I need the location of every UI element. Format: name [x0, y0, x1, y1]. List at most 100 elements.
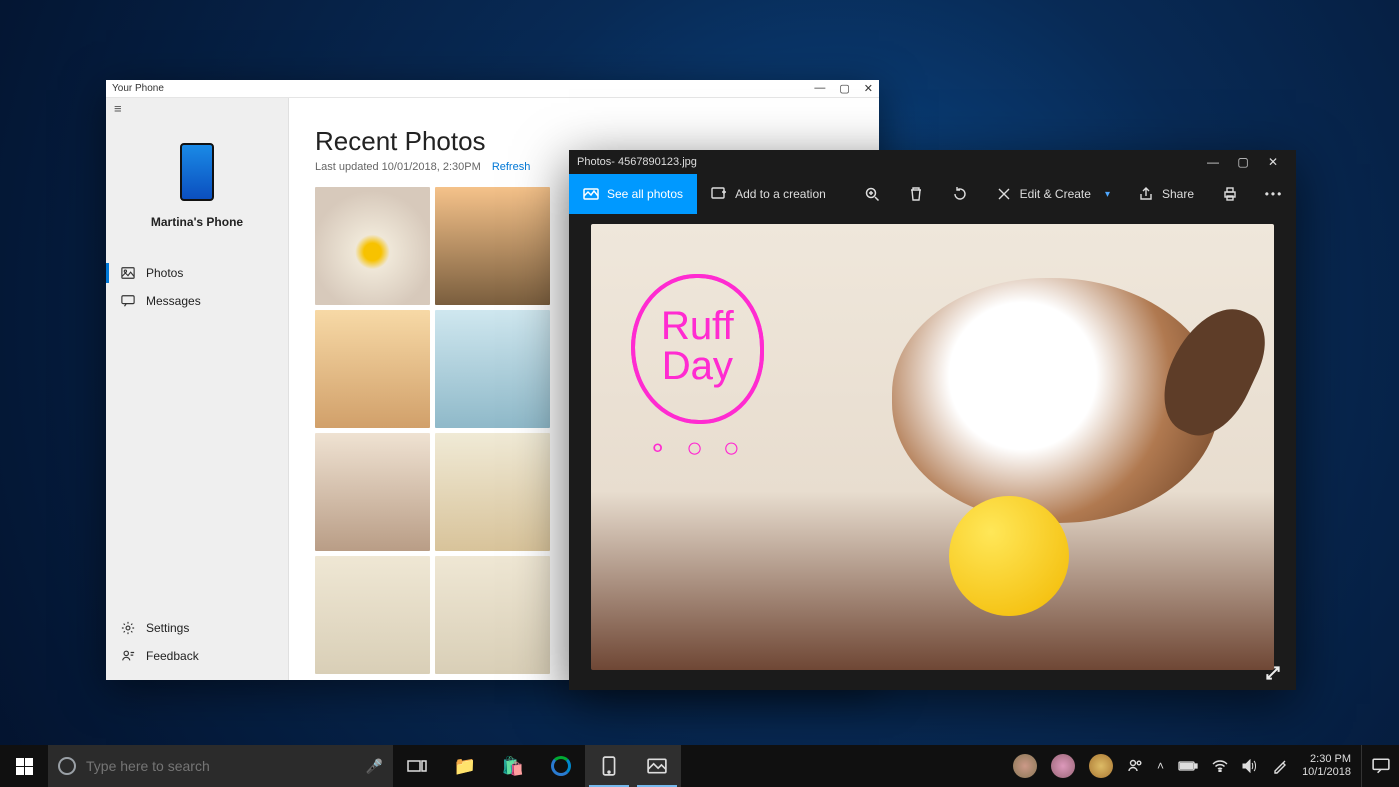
edge-icon: [551, 756, 571, 776]
delete-button[interactable]: [894, 174, 938, 214]
share-button[interactable]: Share: [1124, 174, 1208, 214]
photos-toolbar: See all photos Add to a creation Edit & …: [569, 174, 1296, 214]
photos-taskbar-button[interactable]: [633, 745, 681, 787]
nav-settings[interactable]: Settings: [106, 614, 288, 642]
add-to-creation-button[interactable]: Add to a creation: [697, 174, 840, 214]
photo-thumbnail[interactable]: [435, 556, 550, 674]
volume-icon[interactable]: [1242, 759, 1258, 773]
tray-chevron-icon[interactable]: ˄: [1157, 759, 1164, 773]
nav-photos[interactable]: Photos: [106, 259, 288, 287]
people-icon[interactable]: [1127, 758, 1143, 774]
photo-thumbnail[interactable]: [435, 187, 550, 305]
see-all-photos-label: See all photos: [607, 187, 683, 201]
nav-messages-label: Messages: [146, 294, 201, 308]
your-phone-sidebar: ≡ Martina's Phone Photos Messages: [106, 98, 289, 680]
close-button[interactable]: ✕: [1258, 155, 1288, 169]
gallery-icon: [583, 186, 599, 202]
taskbar-search[interactable]: 🎤: [48, 745, 393, 787]
nav-photos-label: Photos: [146, 266, 183, 280]
system-tray: ˄ 2:30 PM 10/1/2018: [1003, 745, 1361, 787]
edge-button[interactable]: [537, 745, 585, 787]
edit-icon: [996, 186, 1012, 202]
ink-tail: ∘ ○ ○: [649, 432, 746, 463]
expand-icon: [1264, 664, 1282, 682]
hamburger-icon[interactable]: ≡: [106, 98, 288, 119]
zoom-icon: [864, 186, 880, 202]
ink-text-line2: Day: [662, 344, 733, 388]
task-view-button[interactable]: [393, 745, 441, 787]
microphone-icon[interactable]: 🎤: [366, 758, 383, 775]
your-phone-titlebar[interactable]: Your Phone — ▢ ✕: [106, 80, 879, 98]
maximize-button[interactable]: ▢: [839, 82, 849, 95]
people-avatar[interactable]: [1051, 754, 1075, 778]
zoom-button[interactable]: [850, 174, 894, 214]
photos-window: Photos- 4567890123.jpg — ▢ ✕ See all pho…: [569, 150, 1296, 690]
cortana-icon: [58, 757, 76, 775]
your-phone-taskbar-button[interactable]: [585, 745, 633, 787]
minimize-button[interactable]: —: [814, 82, 825, 95]
ink-workspace-icon[interactable]: [1272, 758, 1288, 774]
nav-settings-label: Settings: [146, 621, 189, 635]
share-label: Share: [1162, 187, 1194, 201]
minimize-button[interactable]: —: [1198, 155, 1228, 169]
refresh-link[interactable]: Refresh: [492, 161, 531, 173]
file-explorer-button[interactable]: 📁: [441, 745, 489, 787]
people-avatar[interactable]: [1089, 754, 1113, 778]
photo-thumbnail[interactable]: [435, 310, 550, 428]
device-summary: Martina's Phone: [106, 119, 288, 241]
photo-thumbnail[interactable]: [315, 433, 430, 551]
rotate-button[interactable]: [938, 174, 982, 214]
nav-feedback[interactable]: Feedback: [106, 642, 288, 670]
ink-text-line1: Ruff: [661, 304, 734, 348]
add-creation-icon: [711, 186, 727, 202]
wifi-icon[interactable]: [1212, 760, 1228, 772]
nav-feedback-label: Feedback: [146, 649, 199, 663]
notification-icon: [1372, 758, 1390, 774]
edit-create-label: Edit & Create: [1020, 187, 1091, 201]
phone-icon: [602, 756, 616, 776]
photo-thumbnail[interactable]: [315, 310, 430, 428]
nav-messages[interactable]: Messages: [106, 287, 288, 315]
last-updated: Last updated 10/01/2018, 2:30PM: [315, 161, 481, 173]
photo-thumbnail[interactable]: [435, 433, 550, 551]
trash-icon: [908, 186, 924, 202]
gear-icon: [120, 620, 136, 636]
device-name: Martina's Phone: [151, 215, 243, 229]
store-icon: 🛍️: [502, 756, 524, 777]
taskbar-clock[interactable]: 2:30 PM 10/1/2018: [1302, 753, 1351, 778]
maximize-button[interactable]: ▢: [1228, 155, 1258, 169]
photo-canvas[interactable]: Ruff Day ∘ ○ ○: [591, 224, 1274, 670]
search-input[interactable]: [86, 758, 356, 774]
phone-icon: [180, 143, 214, 201]
taskbar: 🎤 📁 🛍️ ˄: [0, 745, 1399, 787]
folder-icon: 📁: [454, 756, 476, 777]
share-icon: [1138, 186, 1154, 202]
photo-content: [949, 496, 1069, 616]
chevron-down-icon: ▾: [1105, 189, 1110, 200]
feedback-icon: [120, 648, 136, 664]
see-all-photos-button[interactable]: See all photos: [569, 174, 697, 214]
your-phone-title: Your Phone: [112, 83, 164, 94]
photo-thumbnail[interactable]: [315, 556, 430, 674]
clock-time: 2:30 PM: [1302, 753, 1351, 766]
fullscreen-button[interactable]: [1264, 664, 1282, 682]
photos-icon: [120, 265, 136, 281]
photos-app-icon: [647, 758, 667, 774]
messages-icon: [120, 293, 136, 309]
print-button[interactable]: [1208, 174, 1252, 214]
clock-date: 10/1/2018: [1302, 766, 1351, 779]
photos-titlebar[interactable]: Photos- 4567890123.jpg — ▢ ✕: [569, 150, 1296, 174]
close-button[interactable]: ✕: [864, 82, 873, 95]
people-avatar[interactable]: [1013, 754, 1037, 778]
photo-thumbnail[interactable]: [315, 187, 430, 305]
start-button[interactable]: [0, 745, 48, 787]
action-center-button[interactable]: [1361, 745, 1399, 787]
print-icon: [1222, 186, 1238, 202]
add-to-creation-label: Add to a creation: [735, 187, 826, 201]
edit-create-button[interactable]: Edit & Create ▾: [982, 174, 1124, 214]
battery-icon[interactable]: [1178, 760, 1198, 772]
ink-annotation: Ruff Day ∘ ○ ○: [631, 274, 764, 464]
store-button[interactable]: 🛍️: [489, 745, 537, 787]
more-button[interactable]: •••: [1252, 174, 1296, 214]
task-view-icon: [407, 758, 427, 774]
